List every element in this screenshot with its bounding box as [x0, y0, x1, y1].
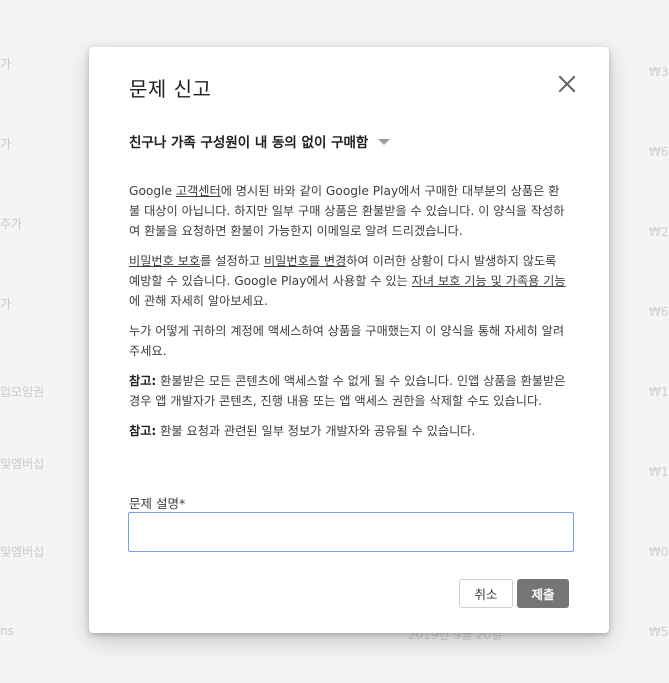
bg-item-label: 가 [0, 137, 12, 151]
bg-item-price: ₩14 [649, 385, 669, 399]
password-protection-link[interactable]: 비밀번호 보호 [129, 254, 200, 268]
bg-item-price: ₩28 [649, 225, 669, 239]
bg-item-price: ₩0 [649, 545, 669, 559]
note-label: 참고: [129, 374, 157, 388]
report-problem-dialog: 문제 신고 친구나 가족 구성원이 내 동의 없이 구매함 Google 고객센… [89, 47, 609, 633]
bg-item-label: ns [0, 624, 14, 638]
close-button[interactable] [555, 72, 579, 96]
problem-description-label: 문제 설명* [129, 496, 186, 511]
bg-item-price: ₩5, [649, 625, 669, 639]
note-content-access: 참고: 환불받은 모든 콘텐츠에 액세스할 수 없게 될 수 있습니다. 인앱 … [129, 374, 566, 408]
change-password-link[interactable]: 비밀번호를 변경 [264, 254, 346, 268]
bg-item-price: ₩6, [649, 145, 669, 159]
note-developer-sharing: 참고: 환불 요청과 관련된 일부 정보가 개발자와 공유될 수 있습니다. [129, 424, 476, 438]
parental-controls-link[interactable]: 자녀 보호 기능 및 가족용 기능 [412, 274, 566, 288]
password-protection-paragraph: 비밀번호 보호를 설정하고 비밀번호를 변경하여 이러한 상황이 다시 발생하지… [129, 254, 566, 308]
bg-item-label: 추가 [0, 217, 23, 231]
dialog-title: 문제 신고 [129, 77, 212, 101]
bg-item-label: 가 [0, 57, 12, 71]
bg-item-label: 및엠버십 [0, 457, 45, 471]
caret-down-icon [378, 139, 391, 145]
close-icon [558, 75, 576, 93]
refund-policy-paragraph: Google 고객센터에 명시된 바와 같이 Google Play에서 구매한… [129, 184, 565, 238]
reason-selected-value: 친구나 가족 구성원이 내 동의 없이 구매함 [129, 135, 369, 151]
bg-item-label: 업모임권 [0, 385, 45, 399]
note-label: 참고: [129, 424, 157, 438]
submit-button[interactable]: 제출 [517, 579, 569, 608]
bg-item-price: ₩3, [649, 65, 669, 79]
reason-dropdown[interactable]: 친구나 가족 구성원이 내 동의 없이 구매함 [129, 131, 391, 151]
help-center-link[interactable]: 고객센터 [176, 184, 221, 198]
bg-item-price: ₩1, [649, 465, 669, 479]
details-request-paragraph: 누가 어떻게 귀하의 계정에 액세스하여 상품을 구매했는지 이 양식을 통해 … [129, 324, 565, 358]
bg-item-label: 가 [0, 297, 12, 311]
bg-item-price: ₩6, [649, 305, 669, 319]
dialog-body: Google 고객센터에 명시된 바와 같이 Google Play에서 구매한… [129, 181, 569, 451]
bg-item-label: 및엠버십 [0, 545, 45, 559]
cancel-button[interactable]: 취소 [459, 579, 513, 608]
problem-description-input[interactable] [128, 512, 574, 552]
